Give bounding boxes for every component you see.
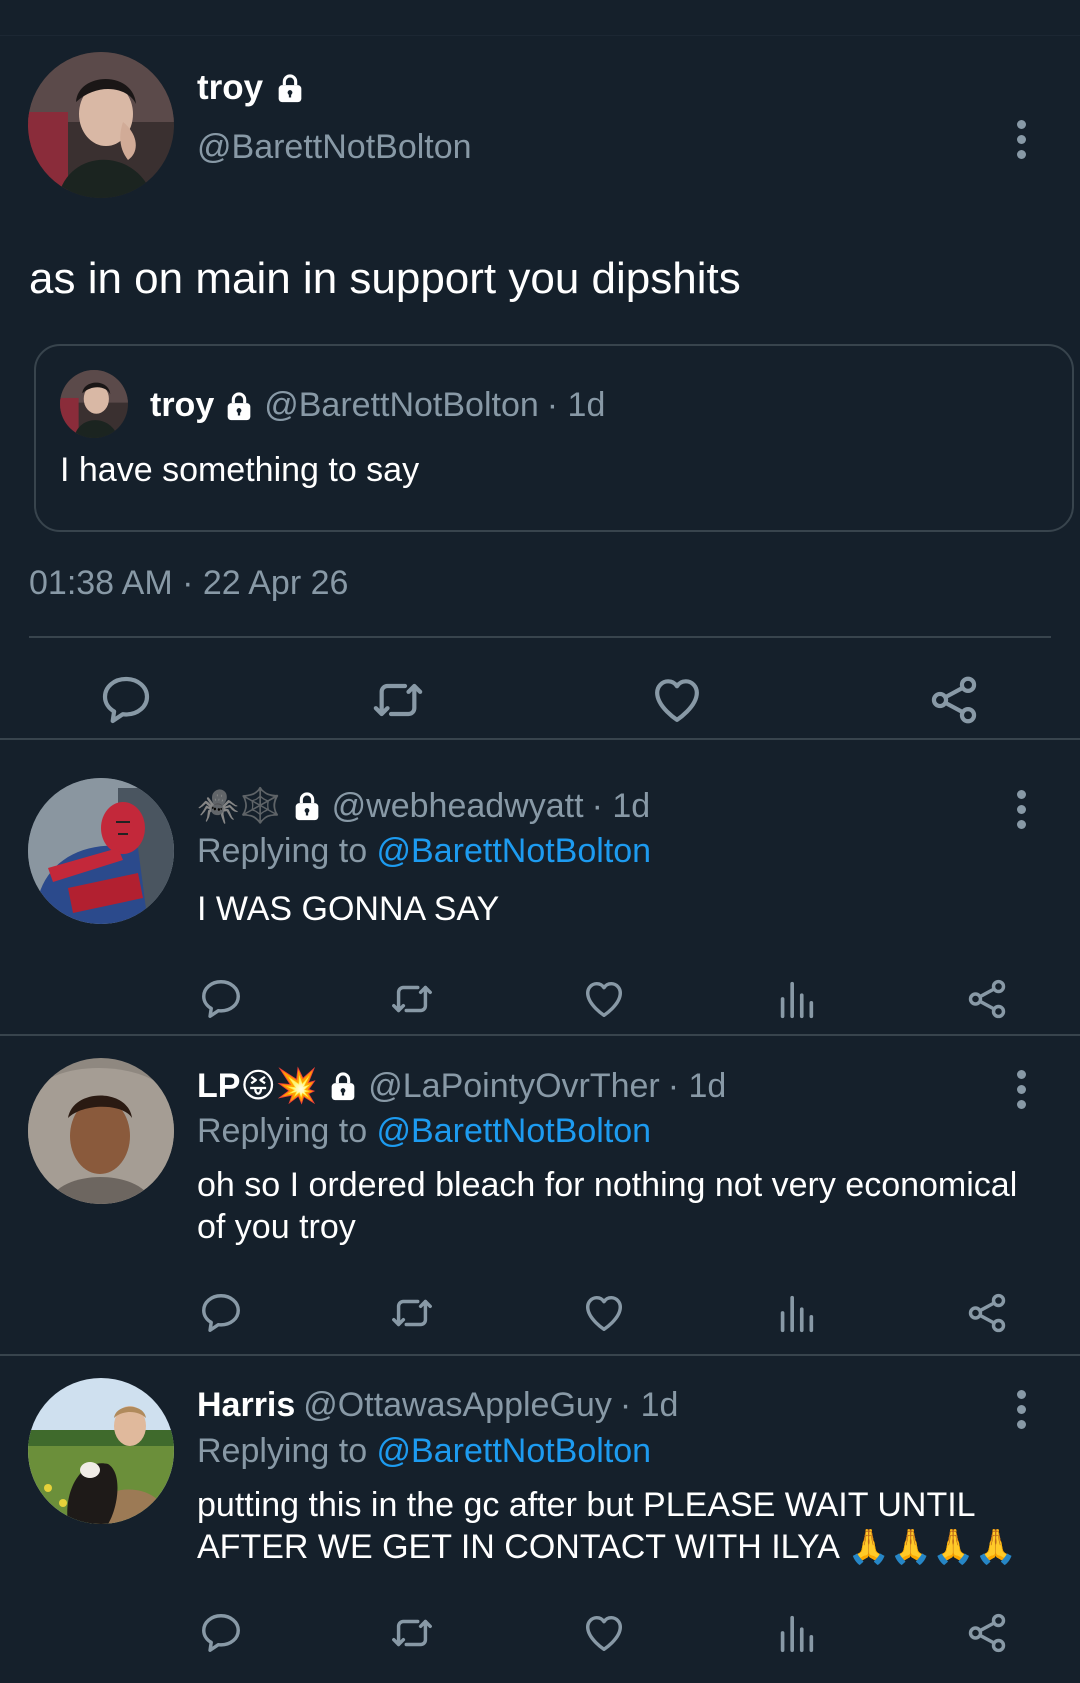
retweet-icon[interactable] <box>389 1290 435 1336</box>
avatar[interactable] <box>28 1058 174 1204</box>
reply-actions <box>0 976 1080 1026</box>
replying-prefix: Replying to <box>197 832 377 870</box>
quoted-avatar[interactable] <box>60 370 128 438</box>
quoted-header: troy @BarettNotBolton · 1d <box>150 386 605 425</box>
reply-header: LP😝💥 @LaPointyOvrTher · 1d <box>197 1066 726 1106</box>
reply-time: · 1d <box>619 1386 679 1424</box>
stats-icon[interactable] <box>773 1610 819 1656</box>
stats-icon[interactable] <box>773 1290 819 1336</box>
more-options-icon[interactable] <box>1017 1070 1027 1115</box>
retweet-icon[interactable] <box>389 1610 435 1656</box>
comment-icon[interactable] <box>198 1290 244 1336</box>
avatar[interactable] <box>28 52 174 198</box>
author-handle[interactable]: @webheadwyatt <box>332 787 584 826</box>
quoted-author-name[interactable]: troy <box>150 386 214 425</box>
heart-icon[interactable] <box>581 1290 627 1336</box>
reply-tweet[interactable]: 🕷️🕸️ @webheadwyatt · 1d Replying to @Bar… <box>0 740 1080 1036</box>
reply-actions <box>0 1290 1080 1340</box>
more-options-icon[interactable] <box>1017 120 1027 165</box>
mention-link[interactable]: @BarettNotBolton <box>377 1432 652 1470</box>
comment-icon[interactable] <box>98 672 154 728</box>
share-icon[interactable] <box>964 976 1010 1022</box>
tweet-actions <box>0 672 1080 732</box>
lock-icon <box>273 71 307 105</box>
share-icon[interactable] <box>926 672 982 728</box>
more-options-icon[interactable] <box>1017 790 1027 835</box>
lock-icon <box>290 789 324 823</box>
avatar[interactable] <box>28 778 174 924</box>
tweet-timestamp: 01:38 AM · 22 Apr 26 <box>29 564 349 602</box>
retweet-icon[interactable] <box>389 976 435 1022</box>
retweet-icon[interactable] <box>370 672 426 728</box>
avatar[interactable] <box>28 1378 174 1524</box>
quoted-tweet[interactable]: troy @BarettNotBolton · 1d I have someth… <box>34 344 1074 532</box>
quoted-author-handle[interactable]: @BarettNotBolton <box>264 386 539 425</box>
quoted-text: I have something to say <box>60 451 420 489</box>
author-handle[interactable]: @OttawasAppleGuy <box>303 1386 612 1425</box>
reply-time: · 1d <box>591 786 651 825</box>
author-name[interactable]: troy <box>197 68 307 108</box>
reply-tweet[interactable]: Harris @OttawasAppleGuy · 1d Replying to… <box>0 1356 1080 1681</box>
replying-to: Replying to @BarettNotBolton <box>197 1112 651 1151</box>
reply-time: · 1d <box>667 1066 727 1105</box>
mention-link[interactable]: @BarettNotBolton <box>377 1112 652 1150</box>
quoted-time: · 1d <box>546 386 606 424</box>
author-name[interactable]: Harris <box>197 1386 295 1425</box>
reply-tweet[interactable]: LP😝💥 @LaPointyOvrTher · 1d Replying to @… <box>0 1036 1080 1356</box>
tweet-text: as in on main in support you dipshits <box>29 254 741 303</box>
replying-to: Replying to @BarettNotBolton <box>197 1432 651 1471</box>
heart-icon[interactable] <box>649 672 705 728</box>
share-icon[interactable] <box>964 1290 1010 1336</box>
lock-icon <box>222 389 256 423</box>
stats-icon[interactable] <box>773 976 819 1022</box>
replying-to: Replying to @BarettNotBolton <box>197 832 651 871</box>
author-name-text[interactable]: troy <box>197 68 263 108</box>
main-tweet: troy @BarettNotBolton as in on main in s… <box>0 36 1080 740</box>
author-handle[interactable]: @BarettNotBolton <box>197 128 472 167</box>
more-options-icon[interactable] <box>1017 1390 1027 1435</box>
replying-prefix: Replying to <box>197 1112 377 1150</box>
reply-actions <box>0 1610 1080 1660</box>
reply-header: Harris @OttawasAppleGuy · 1d <box>197 1386 678 1425</box>
author-name[interactable]: LP😝💥 <box>197 1066 318 1106</box>
reply-text: I WAS GONNA SAY <box>197 890 500 928</box>
mention-link[interactable]: @BarettNotBolton <box>377 832 652 870</box>
author-name[interactable]: 🕷️🕸️ <box>197 786 282 826</box>
reply-header: 🕷️🕸️ @webheadwyatt · 1d <box>197 786 650 826</box>
heart-icon[interactable] <box>581 976 627 1022</box>
heart-icon[interactable] <box>581 1610 627 1656</box>
divider <box>29 636 1051 638</box>
comment-icon[interactable] <box>198 1610 244 1656</box>
top-bar <box>0 0 1080 36</box>
reply-text: oh so I ordered bleach for nothing not v… <box>197 1166 1018 1246</box>
lock-icon <box>326 1069 360 1103</box>
reply-text: putting this in the gc after but PLEASE … <box>197 1486 1017 1566</box>
share-icon[interactable] <box>964 1610 1010 1656</box>
author-handle[interactable]: @LaPointyOvrTher <box>368 1067 660 1106</box>
replying-prefix: Replying to <box>197 1432 377 1470</box>
comment-icon[interactable] <box>198 976 244 1022</box>
